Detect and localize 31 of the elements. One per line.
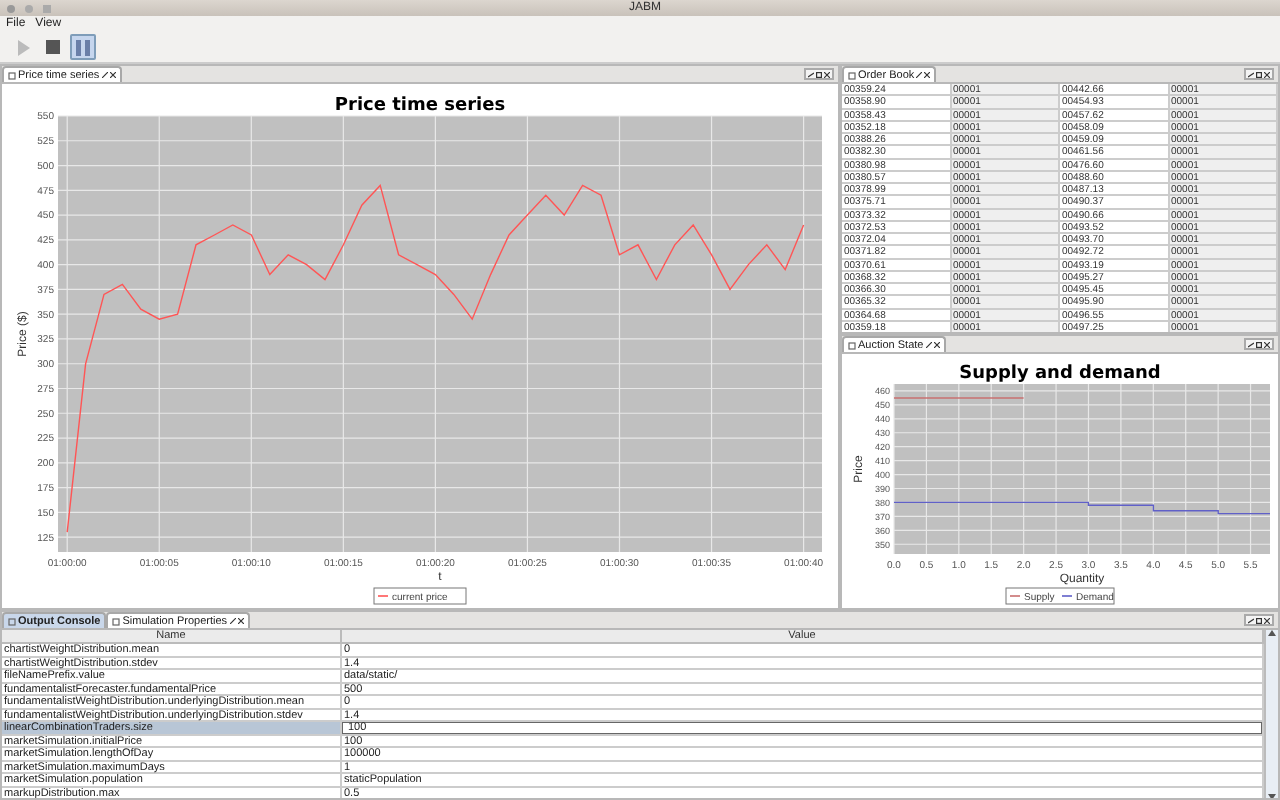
close-icon[interactable] [924,72,931,78]
chart-title: Price time series [334,96,506,116]
scrollbar[interactable] [1264,630,1278,798]
window-icon [848,341,856,349]
close-icon[interactable] [1264,71,1270,77]
chart-title: Supply and demand [959,364,1161,384]
play-icon [16,39,30,55]
maximize-icon[interactable] [1256,341,1262,347]
pause-icon [76,39,90,55]
window-icon [112,617,121,625]
legend-line-icon [1009,595,1021,597]
window-icon [8,71,16,79]
stop-button[interactable] [40,34,66,60]
legend-line-icon [377,595,389,597]
window-icon [8,617,16,625]
legend-frame [373,587,467,605]
close-icon[interactable] [109,72,116,78]
series-line [893,397,1025,399]
legend-line-icon [1061,595,1073,597]
close-icon[interactable] [933,342,940,348]
close-icon[interactable] [824,71,830,77]
legend-frame [1005,587,1115,605]
close-icon[interactable] [1264,341,1270,347]
maximize-icon[interactable] [816,71,822,77]
pause-button[interactable] [70,34,96,60]
window-icon [848,71,856,79]
maximize-icon[interactable] [1256,617,1262,623]
close-icon[interactable] [1264,617,1270,623]
stop-icon [46,40,60,54]
maximize-icon[interactable] [1256,71,1262,77]
close-icon[interactable] [237,618,244,624]
